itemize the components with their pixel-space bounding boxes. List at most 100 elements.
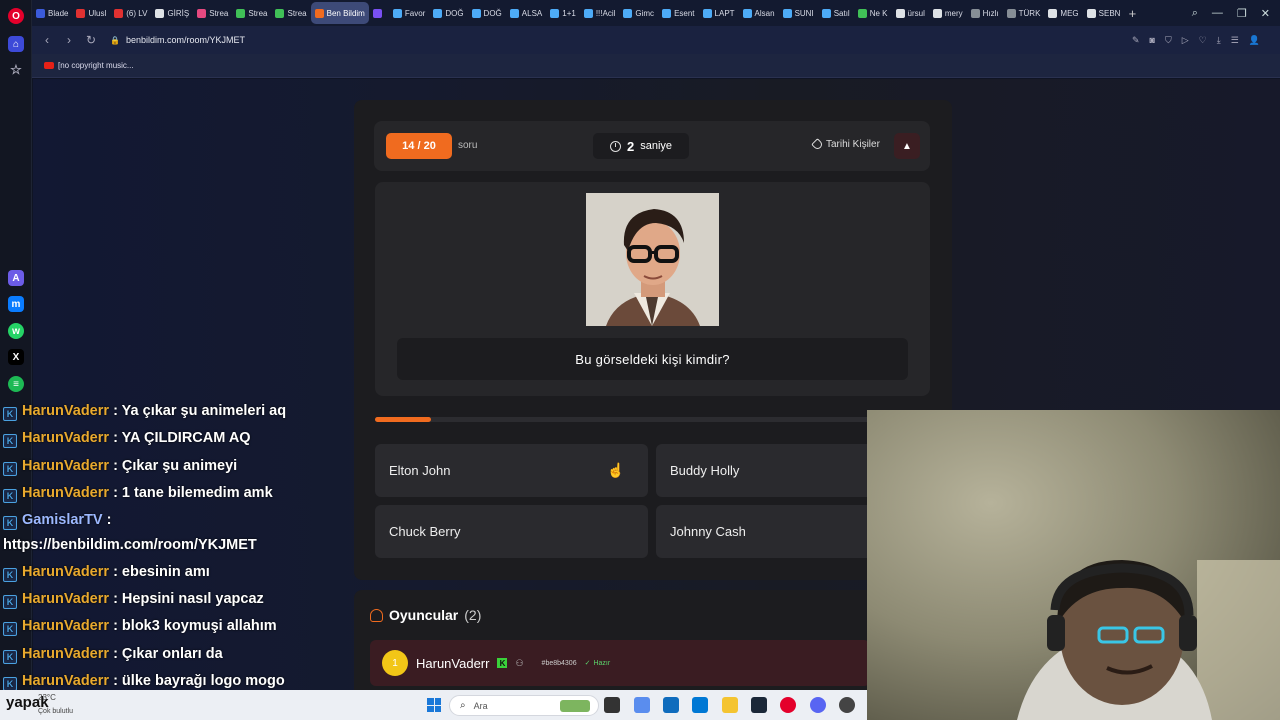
taskbar-search[interactable]: ⌕ Ara [449, 695, 599, 716]
tab-label: TÜRK [1018, 8, 1041, 18]
discord-icon[interactable] [810, 697, 826, 713]
new-tab-icon[interactable]: + [1124, 6, 1140, 21]
chat-message: K HarunVaderr : Çıkar şu animeyi [3, 458, 237, 476]
browser-tab[interactable]: Ben Bildim [310, 2, 369, 24]
camera-icon[interactable]: ◙ [1150, 35, 1155, 45]
mouse-cursor-icon: ☝ [607, 462, 625, 478]
opera-taskbar-icon[interactable] [780, 697, 796, 713]
chat-text: : blok3 koymuşi allahım [113, 618, 277, 634]
players-title: Oyuncular [389, 607, 459, 623]
tab-favicon-icon [623, 8, 633, 18]
task-view-icon[interactable] [604, 697, 620, 713]
taskbar: yapak 23°C Çok bulutlu ⌕ Ara [0, 690, 867, 720]
chat-message: K GamislarTV : [3, 512, 111, 530]
star-icon[interactable]: ☆ [8, 62, 24, 78]
weather-desc: Çok bulutlu [38, 708, 74, 715]
report-button[interactable]: ▲ [894, 133, 920, 159]
question-text: Bu görseldeki kişi kimdir? [397, 338, 908, 380]
lock-icon: 🔒 [110, 35, 120, 45]
bookmarks-bar: [no copyright music... [32, 54, 1280, 78]
play-icon[interactable]: ▷ [1182, 35, 1189, 46]
chat-text: : Ya çıkar şu animeleri aq [113, 403, 287, 419]
browser-tab[interactable]: SUNI [779, 2, 818, 24]
browser-tab[interactable]: mery [929, 2, 967, 24]
browser-tab[interactable]: Blade [32, 2, 72, 24]
browser-tab[interactable]: DOĞ [429, 2, 467, 24]
tab-favicon-icon [932, 8, 942, 18]
store-icon[interactable] [692, 697, 708, 713]
chat-text: : ebesinin amı [113, 564, 210, 580]
bookmark-item[interactable]: [no copyright music... [58, 61, 134, 70]
browser-tab[interactable]: Satıl [818, 2, 854, 24]
chat-username: HarunVaderr [22, 646, 110, 662]
back-icon[interactable]: ‹ [36, 33, 58, 47]
browser-tab[interactable]: TÜRK [1003, 2, 1045, 24]
edit-icon[interactable]: ✎ [1132, 35, 1140, 46]
browser-tab[interactable]: Strea [271, 2, 310, 24]
tab-label: Hızlı [982, 8, 999, 18]
url-field[interactable]: 🔒 benbildim.com/room/YKJMET [110, 35, 245, 45]
chat-username: HarunVaderr [22, 430, 110, 446]
restore-icon[interactable]: ❐ [1237, 7, 1247, 20]
search-placeholder: Ara [473, 700, 488, 711]
forward-icon[interactable]: › [58, 33, 80, 47]
search-tabs-icon[interactable]: ⌕ [1192, 7, 1198, 20]
tab-favicon-icon [114, 8, 124, 18]
minimize-icon[interactable]: — [1212, 7, 1223, 19]
browser-tab[interactable]: MEG [1044, 2, 1082, 24]
heart-icon[interactable]: ♡ [1199, 35, 1207, 46]
browser-tab[interactable]: 1+1 [546, 2, 580, 24]
download-icon[interactable]: ⤓ [1217, 35, 1221, 46]
close-icon[interactable]: ✕ [1261, 7, 1270, 20]
menu-icon[interactable]: ☰ [1231, 35, 1239, 46]
chat-message: K HarunVaderr : Hepsini nasıl yapcaz [3, 591, 264, 609]
browser-tab[interactable]: Ulusl [72, 2, 110, 24]
opera-logo-icon[interactable]: O [8, 8, 24, 24]
profile-icon[interactable]: 👤 [1249, 35, 1260, 46]
spotify-icon[interactable]: ≡ [8, 376, 24, 392]
weather-widget[interactable]: yapak 23°C Çok bulutlu [4, 690, 94, 720]
app-icon[interactable] [839, 697, 855, 713]
shield-icon[interactable]: ⛉ [1165, 35, 1172, 46]
messenger-icon[interactable]: m [8, 296, 24, 312]
browser-tab[interactable]: !!!Acil [580, 2, 620, 24]
browser-tab[interactable]: ürsul [892, 2, 929, 24]
browser-tab[interactable]: Favor [389, 2, 429, 24]
windows-start-icon[interactable] [427, 698, 441, 712]
browser-tab[interactable]: Strea [193, 2, 232, 24]
answer-option-3[interactable]: Chuck Berry [375, 505, 648, 558]
chat-message: K HarunVaderr : Çıkar onları da [3, 646, 223, 664]
browser-tab[interactable]: Esent [658, 2, 698, 24]
whatsapp-icon[interactable]: w [8, 323, 24, 339]
tab-favicon-icon [155, 8, 165, 18]
browser-tab[interactable]: LAPT [699, 2, 739, 24]
browser-tab[interactable]: ALSA [506, 2, 546, 24]
x-twitter-icon[interactable]: X [8, 349, 24, 365]
browser-tab[interactable]: Alsan [739, 2, 779, 24]
browser-tab[interactable] [369, 2, 389, 24]
browser-tab[interactable]: SEBN [1083, 2, 1125, 24]
chat-message: https://benbildim.com/room/YKJMET [3, 537, 257, 553]
browser-tab[interactable]: Gimc [619, 2, 658, 24]
tab-label: Esent [674, 8, 695, 18]
file-explorer-icon[interactable] [722, 697, 738, 713]
browser-tab[interactable]: Ne K [854, 2, 892, 24]
browser-tab[interactable]: DOĞ [468, 2, 506, 24]
chat-message: K HarunVaderr : ülke bayrağı logo mogo [3, 673, 285, 691]
reload-icon[interactable]: ↻ [80, 33, 102, 47]
tab-label: Satıl [833, 8, 850, 18]
outlook-icon[interactable] [663, 697, 679, 713]
aria-icon[interactable]: A [8, 270, 24, 286]
tab-favicon-icon [821, 8, 831, 18]
browser-tab[interactable]: GİRİŞ [151, 2, 193, 24]
browser-tab[interactable]: (6) LV [110, 2, 151, 24]
browser-tab[interactable]: Hızlı [967, 2, 1003, 24]
copilot-icon[interactable] [634, 697, 650, 713]
home-icon[interactable]: ⌂ [8, 36, 24, 52]
tab-label: ALSA [521, 8, 543, 18]
url-text: benbildim.com/room/YKJMET [125, 35, 246, 45]
steam-icon[interactable] [751, 697, 767, 713]
chat-text: https://benbildim.com/room/YKJMET [3, 537, 257, 553]
tab-favicon-icon [1048, 8, 1058, 18]
browser-tab[interactable]: Strea [232, 2, 271, 24]
